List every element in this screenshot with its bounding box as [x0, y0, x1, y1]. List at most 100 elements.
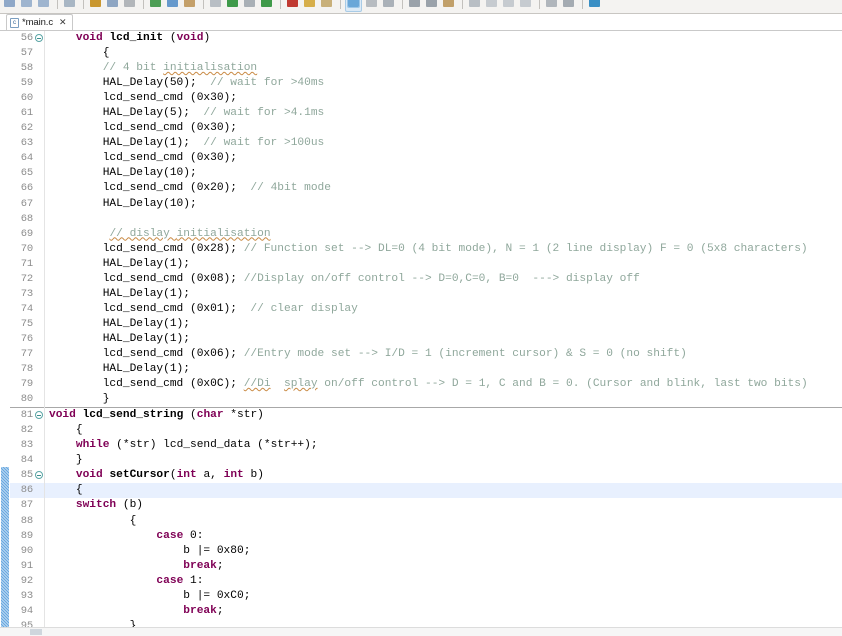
code-line[interactable]: HAL_Delay(1); — [45, 257, 842, 272]
code-editor[interactable]: 56 57 58 59 60 61 62 63 64 65 66 67 68 69 70 71 72 73 74 75… — [0, 31, 842, 636]
code-line[interactable]: b |= 0xC0; — [45, 589, 842, 604]
run-icon[interactable] — [148, 0, 163, 11]
code-line[interactable]: HAL_Delay(5); // wait for >4.1ms — [45, 106, 842, 121]
gutter-line[interactable]: 89 — [10, 529, 44, 544]
gutter-line[interactable]: 88 — [10, 514, 44, 529]
gutter-line[interactable]: 70 — [10, 242, 44, 257]
code-line[interactable]: void setCursor(int a, int b) — [45, 468, 842, 483]
marker-bar[interactable] — [0, 31, 10, 636]
toggle-mark-icon[interactable] — [407, 0, 422, 11]
external-tools-icon[interactable] — [165, 0, 180, 11]
gutter-line[interactable]: 74 — [10, 302, 44, 317]
pin-editor-icon[interactable] — [319, 0, 334, 11]
close-icon[interactable]: ✕ — [59, 18, 67, 27]
fold-collapse-icon[interactable] — [35, 471, 43, 480]
gutter-line[interactable]: 76 — [10, 332, 44, 347]
code-line[interactable]: } — [45, 392, 842, 407]
gutter-line[interactable]: 61 — [10, 106, 44, 121]
code-line[interactable]: lcd_send_cmd (0x08); //Display on/off co… — [45, 272, 842, 287]
code-line[interactable]: lcd_send_cmd (0x20); // 4bit mode — [45, 181, 842, 196]
gutter-line[interactable]: 91 — [10, 559, 44, 574]
gutter-line[interactable]: 73 — [10, 287, 44, 302]
layout-icon[interactable] — [544, 0, 559, 11]
gutter-line[interactable]: 69 — [10, 227, 44, 242]
gutter-line[interactable]: 63 — [10, 136, 44, 151]
gutter-line[interactable]: 87 — [10, 498, 44, 513]
code-line[interactable]: case 0: — [45, 529, 842, 544]
code-line[interactable]: HAL_Delay(10); — [45, 197, 842, 212]
code-line[interactable]: switch (b) — [45, 498, 842, 513]
code-line[interactable]: HAL_Delay(50); // wait for >40ms — [45, 76, 842, 91]
code-line[interactable]: { — [45, 423, 842, 438]
gutter-line[interactable]: 80 — [10, 392, 44, 407]
extra-one-icon[interactable] — [484, 0, 499, 11]
code-line[interactable]: lcd_send_cmd (0x06); //Entry mode set --… — [45, 347, 842, 362]
fold-collapse-icon[interactable] — [35, 411, 43, 420]
gutter-line[interactable]: 93 — [10, 589, 44, 604]
outline-icon[interactable] — [424, 0, 439, 11]
blue-panel-icon[interactable] — [587, 0, 602, 11]
gutter-line[interactable]: 85 — [10, 468, 44, 483]
help-icon[interactable] — [467, 0, 482, 11]
gutter-line[interactable]: 83 — [10, 438, 44, 453]
gutter-line[interactable]: 56 — [10, 31, 44, 46]
gutter-line[interactable]: 84 — [10, 453, 44, 468]
gutter-line[interactable]: 64 — [10, 151, 44, 166]
gutter-line[interactable]: 68 — [10, 212, 44, 227]
code-line[interactable]: void lcd_send_string (char *str) — [45, 407, 842, 423]
code-line[interactable]: lcd_send_cmd (0x30); — [45, 121, 842, 136]
maximize-icon[interactable] — [561, 0, 576, 11]
code-line[interactable]: HAL_Delay(1); — [45, 317, 842, 332]
gutter-line[interactable]: 94 — [10, 604, 44, 619]
gutter-line[interactable]: 79 — [10, 377, 44, 392]
horizontal-scrollbar-thumb[interactable] — [30, 629, 42, 635]
open-type-icon[interactable] — [182, 0, 197, 11]
tab-main-c[interactable]: c *main.c ✕ — [6, 14, 73, 30]
gutter-line[interactable]: 58 — [10, 61, 44, 76]
gutter-line[interactable]: 62 — [10, 121, 44, 136]
gutter-line[interactable]: 65 — [10, 166, 44, 181]
gutter-line[interactable]: 60 — [10, 91, 44, 106]
code-line[interactable]: b |= 0x80; — [45, 544, 842, 559]
next-annotation-icon[interactable] — [225, 0, 240, 11]
code-line[interactable]: // 4 bit initialisation — [45, 61, 842, 76]
print-icon[interactable] — [62, 0, 77, 11]
code-line[interactable]: lcd_send_cmd (0x30); — [45, 151, 842, 166]
properties-icon[interactable] — [381, 0, 396, 11]
code-line[interactable]: { — [45, 514, 842, 529]
gutter-line[interactable]: 67 — [10, 197, 44, 212]
code-text-area[interactable]: void lcd_init (void) { // 4 bit initiali… — [45, 31, 842, 636]
code-line[interactable]: HAL_Delay(10); — [45, 166, 842, 181]
code-line[interactable]: { — [45, 483, 842, 499]
code-line[interactable]: case 1: — [45, 574, 842, 589]
gutter-line[interactable]: 57 — [10, 46, 44, 61]
debug-icon[interactable] — [122, 0, 137, 11]
save-icon[interactable] — [19, 0, 34, 11]
extra-three-icon[interactable] — [518, 0, 533, 11]
build-all-icon[interactable] — [105, 0, 120, 11]
build-icon[interactable] — [88, 0, 103, 11]
perspective-icon[interactable] — [441, 0, 456, 11]
gutter-line[interactable]: 81 — [10, 407, 44, 423]
last-edit-icon[interactable] — [259, 0, 274, 11]
code-line[interactable]: HAL_Delay(1); — [45, 362, 842, 377]
code-line[interactable]: while (*str) lcd_send_data (*str++); — [45, 438, 842, 453]
gutter-line[interactable]: 86 — [10, 483, 44, 499]
gutter-line[interactable]: 92 — [10, 574, 44, 589]
fold-collapse-icon[interactable] — [35, 34, 43, 42]
code-line[interactable]: // dislay initialisation — [45, 227, 842, 242]
previous-annotation-icon[interactable] — [242, 0, 257, 11]
search-icon[interactable] — [208, 0, 223, 11]
code-line[interactable]: { — [45, 46, 842, 61]
gutter-line[interactable]: 77 — [10, 347, 44, 362]
gutter-line[interactable]: 72 — [10, 272, 44, 287]
gutter-line[interactable]: 66 — [10, 181, 44, 196]
save-all-icon[interactable] — [36, 0, 51, 11]
gutter-line[interactable]: 59 — [10, 76, 44, 91]
gutter-line[interactable]: 75 — [10, 317, 44, 332]
gutter-line[interactable]: 90 — [10, 544, 44, 559]
back-icon[interactable] — [285, 0, 300, 11]
code-line[interactable]: lcd_send_cmd (0x0C); //Di splay on/off c… — [45, 377, 842, 392]
gutter-line[interactable]: 82 — [10, 423, 44, 438]
line-number-gutter[interactable]: 56 57 58 59 60 61 62 63 64 65 66 67 68 69 70 71 72 73 74 75… — [10, 31, 45, 636]
